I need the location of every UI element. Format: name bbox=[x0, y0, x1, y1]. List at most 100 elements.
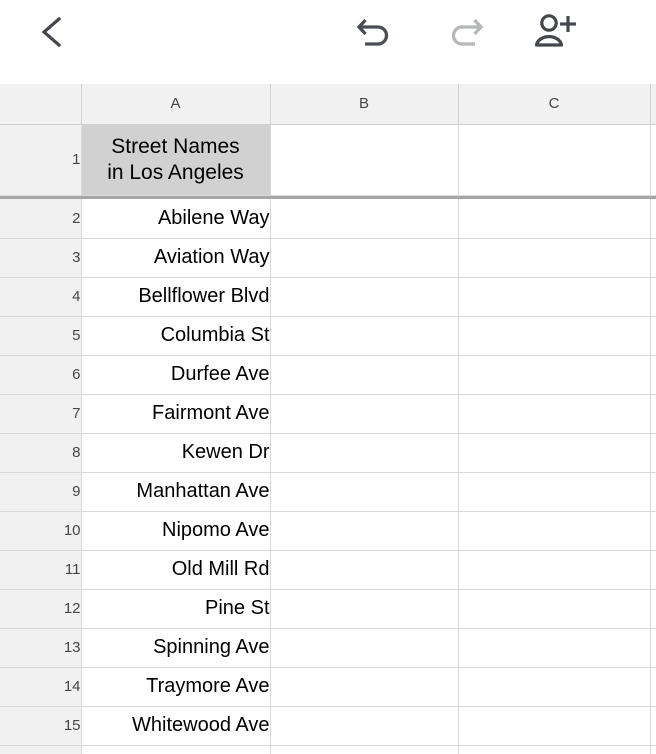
cell-b8[interactable] bbox=[270, 433, 459, 473]
row-header-4[interactable]: 4 bbox=[0, 277, 82, 317]
cell-b5[interactable] bbox=[270, 316, 459, 356]
cell-c7[interactable] bbox=[458, 394, 651, 434]
cell-c12[interactable] bbox=[458, 589, 651, 629]
cell-b3[interactable] bbox=[270, 238, 459, 278]
table-row: 1 Street Names in Los Angeles bbox=[0, 124, 656, 196]
redo-button[interactable] bbox=[432, 0, 500, 64]
cell-b16[interactable] bbox=[270, 745, 459, 754]
cell-a16[interactable] bbox=[81, 745, 271, 754]
row-header-14[interactable]: 14 bbox=[0, 667, 82, 707]
cell-d12[interactable] bbox=[650, 589, 656, 629]
row-header-3[interactable]: 3 bbox=[0, 238, 82, 278]
cell-c5[interactable] bbox=[458, 316, 651, 356]
row-header-15[interactable]: 15 bbox=[0, 706, 82, 746]
row-header-1[interactable]: 1 bbox=[0, 124, 82, 196]
cell-d3[interactable] bbox=[650, 238, 656, 278]
column-header-c[interactable]: C bbox=[458, 84, 651, 125]
cell-d2[interactable] bbox=[650, 199, 656, 239]
cell-d7[interactable] bbox=[650, 394, 656, 434]
cell-b12[interactable] bbox=[270, 589, 459, 629]
cell-b6[interactable] bbox=[270, 355, 459, 395]
cell-a9[interactable]: Manhattan Ave bbox=[81, 472, 271, 512]
cell-a8[interactable]: Kewen Dr bbox=[81, 433, 271, 473]
cell-c8[interactable] bbox=[458, 433, 651, 473]
table-row: 14 Traymore Ave bbox=[0, 667, 656, 707]
table-row: 12 Pine St bbox=[0, 589, 656, 629]
cell-c11[interactable] bbox=[458, 550, 651, 590]
cell-b2[interactable] bbox=[270, 199, 459, 239]
cell-d9[interactable] bbox=[650, 472, 656, 512]
select-all-corner[interactable] bbox=[0, 84, 82, 125]
cell-a1[interactable]: Street Names in Los Angeles bbox=[81, 124, 271, 196]
cell-d11[interactable] bbox=[650, 550, 656, 590]
cell-b13[interactable] bbox=[270, 628, 459, 668]
cell-a4[interactable]: Bellflower Blvd bbox=[81, 277, 271, 317]
row-header-7[interactable]: 7 bbox=[0, 394, 82, 434]
undo-button[interactable] bbox=[340, 0, 408, 64]
cell-a10[interactable]: Nipomo Ave bbox=[81, 511, 271, 551]
chevron-left-icon bbox=[37, 12, 67, 52]
spreadsheet-grid[interactable]: A B C 1 Street Names in Los Angeles 2 Ab… bbox=[0, 84, 656, 754]
row-header-10[interactable]: 10 bbox=[0, 511, 82, 551]
table-row: 8 Kewen Dr bbox=[0, 433, 656, 473]
cell-c6[interactable] bbox=[458, 355, 651, 395]
share-button[interactable] bbox=[520, 0, 592, 64]
row-header-2[interactable]: 2 bbox=[0, 199, 82, 239]
cell-d5[interactable] bbox=[650, 316, 656, 356]
cell-b7[interactable] bbox=[270, 394, 459, 434]
cell-b11[interactable] bbox=[270, 550, 459, 590]
cell-b1[interactable] bbox=[270, 124, 459, 196]
column-header-d[interactable] bbox=[650, 84, 656, 125]
cell-a2[interactable]: Abilene Way bbox=[81, 199, 271, 239]
cell-a3[interactable]: Aviation Way bbox=[81, 238, 271, 278]
cell-d15[interactable] bbox=[650, 706, 656, 746]
cell-d4[interactable] bbox=[650, 277, 656, 317]
cell-b10[interactable] bbox=[270, 511, 459, 551]
cell-a5[interactable]: Columbia St bbox=[81, 316, 271, 356]
cell-c10[interactable] bbox=[458, 511, 651, 551]
cell-d14[interactable] bbox=[650, 667, 656, 707]
cell-a14[interactable]: Traymore Ave bbox=[81, 667, 271, 707]
table-row: 10 Nipomo Ave bbox=[0, 511, 656, 551]
cell-d13[interactable] bbox=[650, 628, 656, 668]
row-header-5[interactable]: 5 bbox=[0, 316, 82, 356]
cell-a7[interactable]: Fairmont Ave bbox=[81, 394, 271, 434]
row-header-6[interactable]: 6 bbox=[0, 355, 82, 395]
table-row: 13 Spinning Ave bbox=[0, 628, 656, 668]
cell-a15[interactable]: Whitewood Ave bbox=[81, 706, 271, 746]
cell-c3[interactable] bbox=[458, 238, 651, 278]
cell-c14[interactable] bbox=[458, 667, 651, 707]
cell-d8[interactable] bbox=[650, 433, 656, 473]
table-row: 4 Bellflower Blvd bbox=[0, 277, 656, 317]
cell-c4[interactable] bbox=[458, 277, 651, 317]
back-button[interactable] bbox=[22, 0, 82, 64]
row-header-12[interactable]: 12 bbox=[0, 589, 82, 629]
cell-c9[interactable] bbox=[458, 472, 651, 512]
cell-b14[interactable] bbox=[270, 667, 459, 707]
cell-b15[interactable] bbox=[270, 706, 459, 746]
cell-d16[interactable] bbox=[650, 745, 656, 754]
cell-b4[interactable] bbox=[270, 277, 459, 317]
row-header-13[interactable]: 13 bbox=[0, 628, 82, 668]
row-header-9[interactable]: 9 bbox=[0, 472, 82, 512]
row-header-11[interactable]: 11 bbox=[0, 550, 82, 590]
cell-d1[interactable] bbox=[650, 124, 656, 196]
cell-c15[interactable] bbox=[458, 706, 651, 746]
cell-a13[interactable]: Spinning Ave bbox=[81, 628, 271, 668]
cell-a1-line2: in Los Angeles bbox=[107, 160, 244, 184]
cell-a6[interactable]: Durfee Ave bbox=[81, 355, 271, 395]
cell-c16[interactable] bbox=[458, 745, 651, 754]
cell-a11[interactable]: Old Mill Rd bbox=[81, 550, 271, 590]
cell-c2[interactable] bbox=[458, 199, 651, 239]
column-header-b[interactable]: B bbox=[270, 84, 459, 125]
cell-c1[interactable] bbox=[458, 124, 651, 196]
cell-c13[interactable] bbox=[458, 628, 651, 668]
row-header-8[interactable]: 8 bbox=[0, 433, 82, 473]
grid-body: 1 Street Names in Los Angeles 2 Abilene … bbox=[0, 124, 656, 754]
cell-b9[interactable] bbox=[270, 472, 459, 512]
column-header-a[interactable]: A bbox=[81, 84, 271, 125]
cell-a12[interactable]: Pine St bbox=[81, 589, 271, 629]
cell-d10[interactable] bbox=[650, 511, 656, 551]
row-header-16[interactable]: 16 bbox=[0, 745, 82, 754]
cell-d6[interactable] bbox=[650, 355, 656, 395]
